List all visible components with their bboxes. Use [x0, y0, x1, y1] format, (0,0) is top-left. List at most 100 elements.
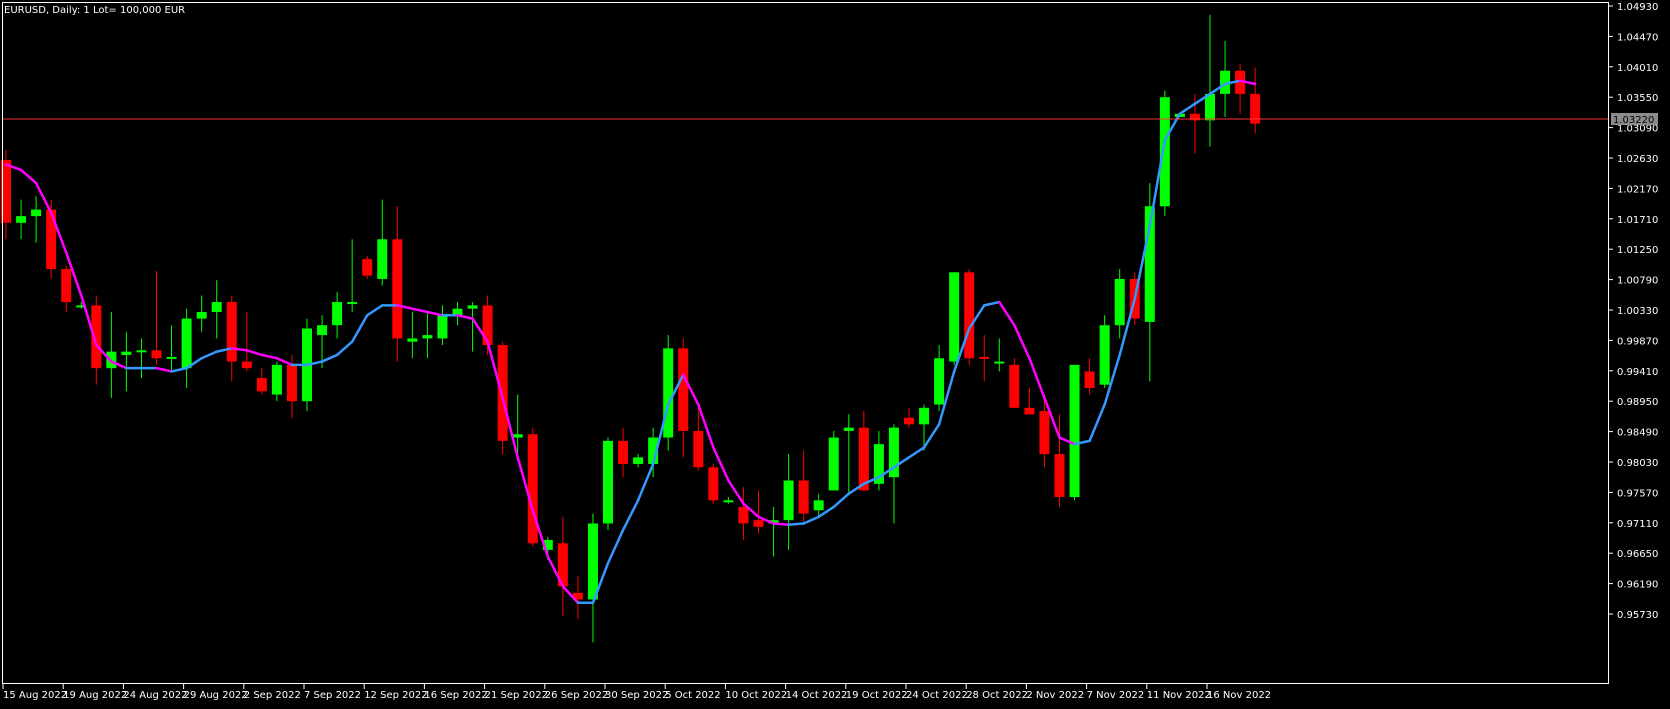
candle-body [1009, 364, 1020, 408]
current-price-label: 1.03220 [1613, 115, 1654, 126]
candle-body [603, 440, 613, 524]
candle-body [738, 506, 749, 524]
candle-body [166, 356, 177, 359]
candle-body [377, 239, 388, 279]
time-tick-label: 21 Sep 2022 [485, 690, 548, 701]
candle-body [527, 434, 538, 544]
candle-body [286, 364, 297, 402]
price-tick-label: 1.01250 [1617, 245, 1658, 256]
candle-body [1084, 371, 1095, 388]
moving-average-segment [787, 522, 805, 527]
candle-body [828, 437, 839, 491]
price-tick-label: 0.99410 [1617, 367, 1658, 378]
price-tick-label: 0.96190 [1617, 580, 1658, 591]
candle-body [317, 325, 328, 336]
time-tick-label: 2 Nov 2022 [1026, 690, 1084, 701]
chart-header: EURUSD, Daily: 1 Lot= 100,000 EUR [4, 5, 185, 16]
candle-body [31, 209, 42, 217]
candle-body [798, 480, 809, 514]
price-tick-label: 0.97110 [1617, 519, 1658, 530]
candle-body [497, 345, 508, 441]
candle-body [256, 378, 267, 392]
candle-body [121, 351, 132, 355]
time-tick-label: 28 Oct 2022 [966, 690, 1028, 701]
time-tick-label: 2 Sep 2022 [244, 690, 301, 701]
candle-body [392, 239, 403, 339]
candle [949, 272, 960, 365]
candle-body [181, 318, 192, 369]
candlestick-chart[interactable]: 1.049301.044701.040101.035501.030901.026… [0, 0, 1670, 705]
price-tick-label: 1.03550 [1617, 93, 1658, 104]
candle-body [467, 305, 478, 309]
time-tick-label: 26 Sep 2022 [545, 690, 608, 701]
candle-body [663, 348, 674, 438]
time-tick-label: 19 Oct 2022 [846, 690, 908, 701]
candle-body [1024, 407, 1035, 415]
price-tick-label: 0.98950 [1617, 397, 1658, 408]
time-tick-label: 7 Sep 2022 [304, 690, 361, 701]
price-tick-label: 0.96650 [1617, 549, 1658, 560]
price-tick-label: 0.98490 [1617, 428, 1658, 439]
candle-body [61, 269, 72, 303]
time-tick-label: 12 Sep 2022 [364, 690, 427, 701]
candle-body [1099, 325, 1110, 385]
price-axis[interactable]: 1.049301.044701.040101.035501.030901.026… [1609, 2, 1658, 621]
candle-body [151, 350, 162, 359]
candle-body [753, 520, 764, 527]
price-tick-label: 0.98030 [1617, 458, 1658, 469]
time-tick-label: 10 Oct 2022 [725, 690, 787, 701]
time-tick-label: 29 Aug 2022 [184, 690, 248, 701]
price-tick-label: 1.04470 [1617, 32, 1658, 43]
candle-body [934, 358, 945, 405]
candle [1099, 315, 1110, 388]
candle-body [949, 272, 960, 362]
chart-window[interactable]: 1.04930 1.04470 1.04010 1.03550 1.03090 1.026… [0, 0, 1670, 705]
candle-body [362, 259, 373, 276]
candle-body [407, 338, 418, 342]
price-tick-label: 1.04010 [1617, 63, 1658, 74]
candle-body [332, 302, 343, 326]
candle [708, 463, 719, 504]
time-tick-label: 24 Aug 2022 [123, 690, 187, 701]
price-tick-label: 1.01710 [1617, 215, 1658, 226]
candle-body [347, 302, 358, 305]
time-tick-label: 7 Nov 2022 [1087, 690, 1145, 701]
candle-body [1205, 93, 1215, 121]
price-tick-label: 0.97570 [1617, 488, 1658, 499]
candle-body [241, 361, 252, 369]
candle-body [1159, 97, 1170, 207]
candle-body [1069, 364, 1080, 498]
candle [362, 255, 373, 279]
candle-body [437, 315, 448, 339]
price-tick-label: 0.99870 [1617, 336, 1658, 347]
candle-body [843, 427, 854, 431]
time-tick-label: 15 Aug 2022 [3, 690, 67, 701]
candle-body [1114, 278, 1125, 326]
candle-body [422, 335, 433, 339]
candle-body [512, 434, 523, 438]
moving-average-segment [772, 522, 790, 527]
candle-body [979, 356, 990, 359]
candle-body [271, 364, 282, 395]
candle-body [919, 407, 930, 425]
candle [663, 335, 674, 451]
time-tick-label: 30 Sep 2022 [605, 690, 668, 701]
candle-body [226, 302, 237, 362]
time-tick-label: 19 Aug 2022 [63, 690, 127, 701]
candle-body [723, 500, 734, 503]
candle [527, 427, 538, 547]
candle [964, 269, 975, 365]
candle [1009, 358, 1020, 408]
candle-body [904, 417, 914, 425]
candle-body [813, 500, 824, 511]
time-tick-label: 24 Oct 2022 [906, 690, 968, 701]
price-tick-label: 1.02630 [1617, 154, 1658, 165]
time-tick-label: 16 Nov 2022 [1207, 690, 1271, 701]
candle-body [1039, 411, 1050, 455]
candle-body [693, 430, 704, 468]
time-tick-label: 14 Oct 2022 [786, 690, 848, 701]
time-tick-label: 16 Sep 2022 [424, 690, 487, 701]
candle-body [633, 457, 644, 464]
candle-body [211, 302, 222, 312]
candle-body [482, 305, 493, 346]
